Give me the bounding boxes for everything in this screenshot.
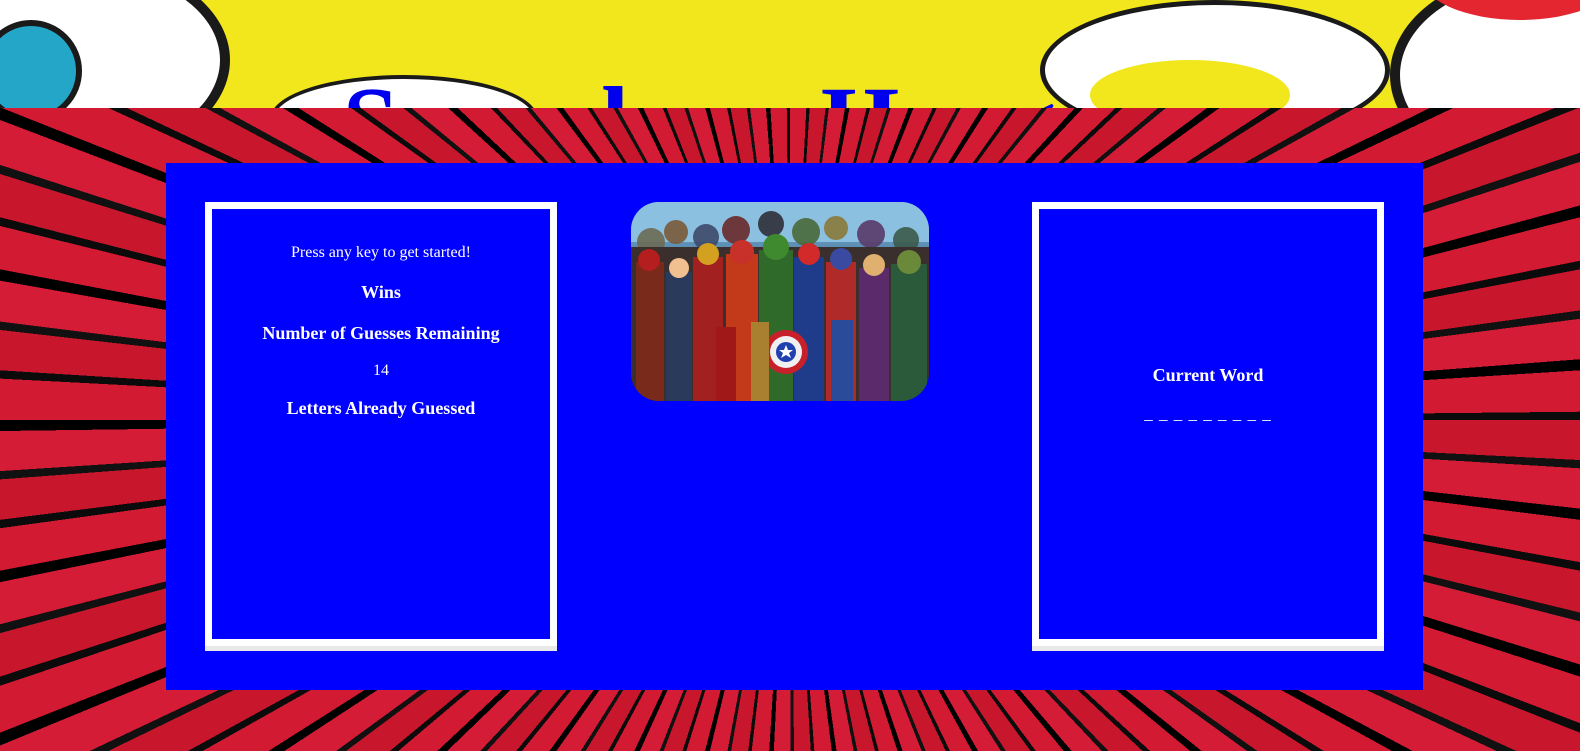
letters-guessed-label: Letters Already Guessed [286,398,476,418]
game-panel: Press any key to get started! Wins Numbe… [166,163,1423,690]
current-word-label: Current Word [1152,365,1264,385]
intro-text: Press any key to get started! [291,244,471,261]
current-word-blanks: _ _ _ _ _ _ _ _ _ [1144,404,1272,423]
header-banner: Superhero Hangman [0,0,1580,108]
guesses-remaining-label: Number of Guesses Remaining [262,323,500,343]
current-word-card: Current Word _ _ _ _ _ _ _ _ _ [1032,202,1384,646]
stats-card: Press any key to get started! Wins Numbe… [205,202,557,646]
guesses-remaining-value: 14 [373,362,389,379]
superhero-group-image [631,202,929,401]
page-title: Superhero Hangman [0,62,1580,108]
page: Superhero Hangman Press any key to get s… [0,0,1580,751]
wins-label: Wins [361,282,401,302]
superhero-group-illustration [631,202,929,401]
